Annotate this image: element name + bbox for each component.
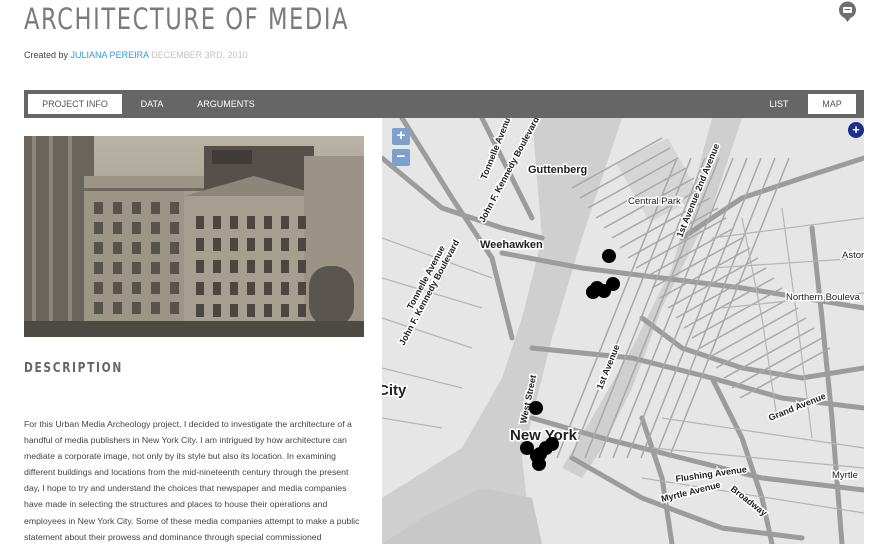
page-title: ARCHITECTURE OF MEDIA bbox=[24, 2, 350, 36]
map-label-astoria: Astor bbox=[842, 250, 864, 261]
map-label-city: City bbox=[382, 382, 407, 399]
description-text: For this Urban Media Archeology project,… bbox=[24, 419, 360, 542]
layer-switcher-button[interactable]: + bbox=[848, 122, 864, 138]
map-label-northern-boulevard: Northern Bouleva bbox=[786, 292, 861, 303]
tab-list[interactable]: LIST bbox=[762, 94, 796, 114]
description-heading: DESCRIPTION bbox=[24, 361, 123, 376]
zoom-in-button[interactable]: + bbox=[392, 128, 410, 145]
project-nav-bar: PROJECT INFO DATA ARGUMENTS LIST MAP bbox=[24, 90, 864, 118]
map-marker[interactable] bbox=[586, 285, 600, 299]
project-photo bbox=[24, 136, 364, 337]
tab-project-info[interactable]: PROJECT INFO bbox=[28, 94, 122, 114]
project-date: DECEMBER 3RD, 2010 bbox=[151, 50, 248, 60]
map-marker[interactable] bbox=[606, 277, 620, 291]
map-marker[interactable] bbox=[532, 457, 546, 471]
map-label-weehawken: Weehawken bbox=[480, 239, 543, 251]
tab-data[interactable]: DATA bbox=[130, 94, 174, 114]
author-link[interactable]: JULIANA PEREIRA bbox=[71, 50, 149, 60]
byline: Created by JULIANA PEREIRA DECEMBER 3RD,… bbox=[24, 50, 248, 60]
map-label-guttenberg: Guttenberg bbox=[528, 164, 587, 176]
map-canvas[interactable]: Guttenberg Weehawken New York City Centr… bbox=[382, 118, 864, 544]
zoom-out-button[interactable]: − bbox=[392, 149, 410, 166]
created-by-label: Created by bbox=[24, 50, 69, 60]
project-map[interactable]: Guttenberg Weehawken New York City Centr… bbox=[382, 118, 864, 544]
tab-map[interactable]: MAP bbox=[808, 94, 856, 114]
tab-arguments[interactable]: ARGUMENTS bbox=[190, 94, 262, 114]
comment-marker-icon[interactable] bbox=[838, 1, 857, 23]
map-label-myrtle: Myrtle bbox=[832, 470, 858, 481]
map-marker[interactable] bbox=[529, 401, 543, 415]
map-marker[interactable] bbox=[602, 249, 616, 263]
map-label-central-park: Central Park bbox=[628, 196, 681, 207]
